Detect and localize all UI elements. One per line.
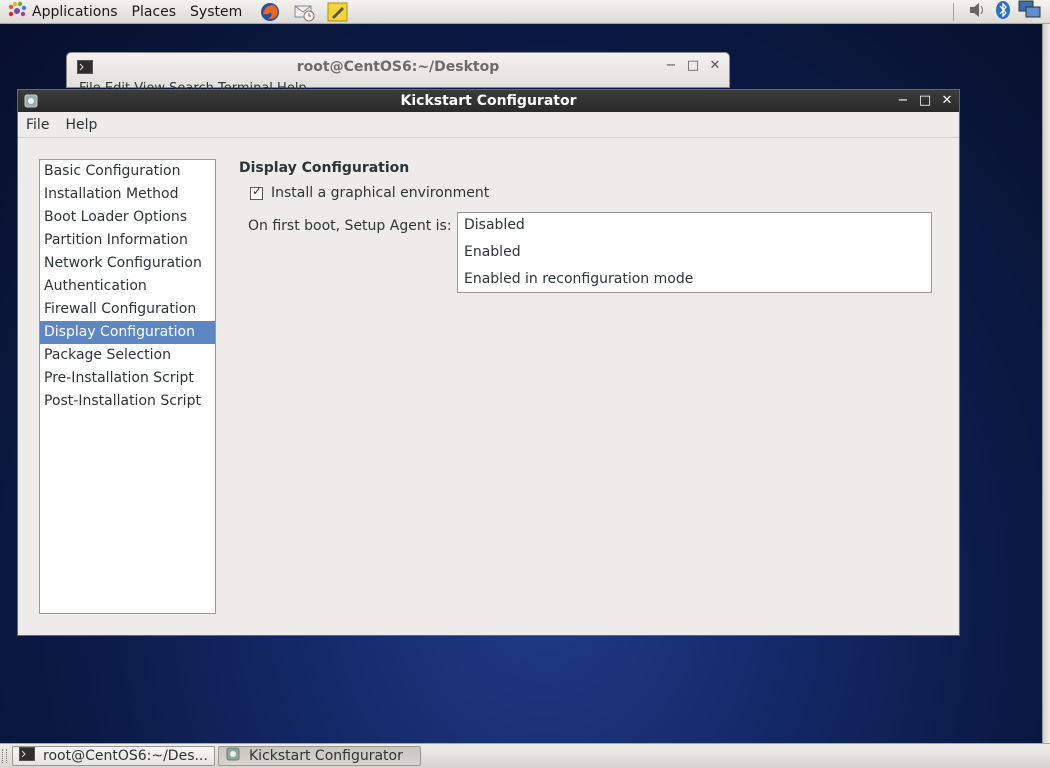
nav-item-boot-loader-options[interactable]: Boot Loader Options [40, 206, 215, 229]
terminal-maximize-button[interactable]: □ [687, 58, 699, 73]
bluetooth-icon[interactable] [994, 0, 1012, 24]
section-nav-list: Basic Configuration Installation Method … [39, 159, 216, 614]
nav-item-partition-information[interactable]: Partition Information [40, 229, 215, 252]
nav-item-basic-configuration[interactable]: Basic Configuration [40, 160, 215, 183]
setup-agent-list: Disabled Enabled Enabled in reconfigurat… [457, 212, 932, 293]
nav-item-authentication[interactable]: Authentication [40, 275, 215, 298]
top-panel: Applications Places System [0, 0, 1050, 24]
install-graphical-checkbox[interactable]: ✓ [250, 183, 263, 200]
terminal-menubar: File Edit View Search Terminal Help [79, 81, 307, 89]
minimize-button[interactable]: − [897, 93, 909, 108]
task-terminal-label: root@CentOS6:~/Des... [43, 748, 208, 764]
terminal-close-button[interactable]: ✕ [709, 58, 721, 73]
checkmark-icon: ✓ [252, 183, 263, 198]
kickstart-menubar: File Help [18, 112, 959, 138]
kickstart-icon [225, 747, 241, 765]
network-icon[interactable] [1018, 0, 1042, 24]
setup-agent-option-reconfiguration[interactable]: Enabled in reconfiguration mode [458, 267, 931, 294]
applications-menu[interactable]: Applications [0, 0, 125, 24]
mail-clock-icon[interactable] [293, 1, 315, 23]
terminal-minimize-button[interactable]: − [665, 58, 677, 73]
task-kickstart-label: Kickstart Configurator [249, 748, 403, 764]
bottom-taskbar: root@CentOS6:~/Des... Kickstart Configur… [0, 743, 1050, 768]
notes-icon[interactable] [327, 1, 349, 23]
desktop-scrollbar [1042, 24, 1050, 743]
volume-icon[interactable] [968, 1, 988, 23]
firefox-icon[interactable] [259, 1, 281, 23]
terminal-window-title: root@CentOS6:~/Desktop [296, 59, 500, 75]
nav-item-display-configuration[interactable]: Display Configuration [40, 321, 215, 344]
kickstart-titlebar[interactable]: Kickstart Configurator − □ ✕ [18, 90, 959, 112]
nav-item-installation-method[interactable]: Installation Method [40, 183, 215, 206]
maximize-button[interactable]: □ [919, 93, 931, 108]
places-menu-label: Places [131, 3, 177, 20]
system-tray [953, 0, 1042, 24]
system-menu-label: System [190, 3, 243, 20]
close-button[interactable]: ✕ [941, 93, 953, 108]
nav-item-post-installation-script[interactable]: Post-Installation Script [40, 390, 215, 413]
task-terminal[interactable]: root@CentOS6:~/Des... [12, 746, 215, 766]
kickstart-window: Kickstart Configurator − □ ✕ File Help B… [17, 89, 960, 636]
install-graphical-label: Install a graphical environment [271, 185, 490, 201]
nav-item-package-selection[interactable]: Package Selection [40, 344, 215, 367]
setup-agent-option-enabled[interactable]: Enabled [458, 240, 931, 267]
nav-item-pre-installation-script[interactable]: Pre-Installation Script [40, 367, 215, 390]
section-title: Display Configuration [239, 160, 410, 176]
nav-item-firewall-configuration[interactable]: Firewall Configuration [40, 298, 215, 321]
help-menu[interactable]: Help [57, 117, 105, 133]
kickstart-window-title: Kickstart Configurator [400, 93, 577, 109]
taskbar-handle[interactable] [2, 749, 7, 763]
task-kickstart[interactable]: Kickstart Configurator [218, 746, 421, 766]
tray-separator [953, 3, 954, 21]
places-menu[interactable]: Places [125, 0, 184, 24]
setup-agent-label: On first boot, Setup Agent is: [248, 218, 452, 234]
setup-agent-option-disabled[interactable]: Disabled [458, 213, 931, 240]
install-graphical-row[interactable]: ✓ Install a graphical environment [250, 183, 490, 201]
terminal-window[interactable]: root@CentOS6:~/Desktop − □ ✕ File Edit V… [66, 52, 730, 89]
system-menu[interactable]: System [183, 0, 249, 24]
file-menu[interactable]: File [18, 117, 57, 133]
gnome-foot-icon [7, 1, 27, 23]
nav-item-network-configuration[interactable]: Network Configuration [40, 252, 215, 275]
applications-menu-label: Applications [32, 3, 118, 20]
terminal-icon [19, 747, 35, 765]
